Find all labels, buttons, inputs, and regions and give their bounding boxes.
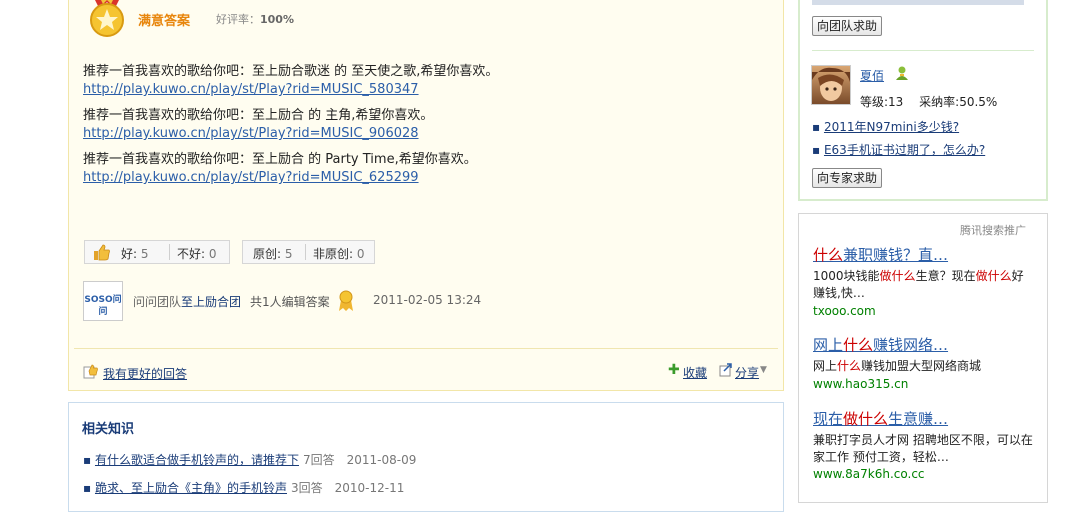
thumbs-up-icon[interactable] (93, 244, 111, 261)
approval-rate: 好评率：100% (216, 11, 294, 27)
help-expert-button[interactable]: 向专家求助 (812, 168, 883, 188)
rating-vote-box: 好: 5 不好: 0 (84, 240, 230, 264)
ad-title-highlight: 什么 (843, 336, 874, 354)
ad-description: 1000块钱能做什么生意？现在做什么好赚钱,快… (813, 268, 1035, 302)
answer-music-link[interactable]: http://play.kuwo.cn/play/st/Play?rid=MUS… (83, 82, 419, 97)
ad-desc-highlight: 什么 (837, 359, 862, 373)
bad-label: 不好: (177, 247, 206, 261)
non-original-label: 非原创: (313, 247, 354, 261)
team-name-link[interactable]: 至上励合团 (181, 293, 241, 310)
good-vote[interactable]: 好: 5 (121, 245, 149, 262)
answer-team-prefix: 问问团队 (133, 295, 182, 309)
editors-link[interactable]: 共1人编辑答案 (250, 293, 330, 310)
ad-desc-highlight: 做什么 (879, 269, 916, 283)
ad-title-text: 生意赚… (888, 410, 949, 428)
question-date: 2011-08-09 (346, 453, 417, 467)
list-item: ▪ 2011年N97mini多少钱? (812, 118, 959, 135)
answer-timestamp: 2011-02-05 13:24 (373, 293, 482, 307)
favorite-link[interactable]: 收藏 (683, 364, 707, 381)
ad-url[interactable]: www.hao315.cn (813, 377, 908, 391)
answer-music-link[interactable]: http://play.kuwo.cn/play/st/Play?rid=MUS… (83, 170, 419, 185)
bullet-icon: ▪ (83, 453, 92, 467)
better-answer-icon (83, 364, 98, 379)
original-count: 5 (284, 247, 293, 261)
share-link[interactable]: 分享 (735, 364, 759, 381)
bad-vote[interactable]: 不好: 0 (177, 245, 217, 262)
logo-text: SOSO问问 (84, 295, 122, 317)
good-label: 好: (121, 247, 138, 261)
non-original-vote[interactable]: 非原创: 0 (313, 245, 365, 262)
medal-icon (90, 0, 124, 37)
divider (305, 244, 306, 260)
list-item: ▪ 有什么歌适合做手机铃声的，请推荐下 7回答 2011-08-09 (83, 451, 416, 468)
ad-title-text: 兼职赚钱？直… (843, 246, 949, 264)
answer-count: 7回答 (302, 453, 335, 467)
help-team-button[interactable]: 向团队求助 (812, 16, 883, 36)
best-answer-label: 满意答案 (138, 14, 191, 29)
non-original-count: 0 (356, 247, 365, 261)
ad-title-text: 现在 (813, 410, 844, 428)
ad-desc-text: 生意？现在 (915, 269, 976, 283)
ad-desc-text: 1000块钱能 (813, 269, 880, 283)
answer-text-line: 推荐一首我喜欢的歌给你吧：至上励合歌迷 的 至天使之歌,希望你喜欢。 (83, 64, 499, 79)
bad-count: 0 (208, 247, 217, 261)
expert-question-link[interactable]: E63手机证书过期了，怎么办? (824, 143, 985, 157)
soso-team-logo[interactable]: SOSO问问 (83, 281, 123, 321)
divider (169, 244, 170, 260)
ad-description: 兼职打字员人才网 招聘地区不限，可以在家工作 预付工资，轻松… (813, 432, 1035, 466)
ad-title-link[interactable]: 网上什么赚钱网络… (813, 334, 948, 355)
better-answer-link[interactable]: 我有更好的回答 (103, 365, 187, 382)
list-item: ▪ 跪求、至上励合《主角》的手机铃声 3回答 2010-12-11 (83, 479, 404, 496)
ad-desc-text: 赚钱加盟大型网络商城 (861, 359, 982, 373)
originality-vote-box: 原创: 5 非原创: 0 (242, 240, 375, 264)
ad-desc-text: 网上 (813, 359, 838, 373)
expert-level: 等级:13 (860, 95, 904, 109)
question-date: 2010-12-11 (334, 481, 405, 495)
ad-title-text: 网上 (813, 336, 844, 354)
answer-text-line: 推荐一首我喜欢的歌给你吧：至上励合 的 Party Time,希望你喜欢。 (83, 152, 477, 167)
divider (812, 50, 1034, 51)
original-vote[interactable]: 原创: 5 (253, 245, 293, 262)
good-count: 5 (140, 247, 149, 261)
expert-avatar-icon (812, 67, 850, 101)
ad-title-link[interactable]: 现在做什么生意赚… (813, 408, 948, 429)
ad-description: 网上什么赚钱加盟大型网络商城 (813, 358, 1035, 375)
approval-rate-value: 100% (260, 13, 294, 26)
list-item: ▪ E63手机证书过期了，怎么办? (812, 141, 985, 158)
ad-url[interactable]: www.8a7k6h.co.cc (813, 467, 925, 481)
avatar[interactable] (811, 65, 851, 105)
expert-stats: 等级:13 采纳率:50.5% (860, 93, 997, 110)
ad-label: 腾讯搜索推广 (960, 224, 1026, 237)
expert-question-link[interactable]: 2011年N97mini多少钱? (824, 120, 959, 134)
answer-text-line: 推荐一首我喜欢的歌给你吧：至上励合 的 主角,希望你喜欢。 (83, 108, 434, 123)
ad-url[interactable]: txooo.com (813, 304, 876, 318)
answer-count: 3回答 (290, 481, 323, 495)
divider (74, 348, 778, 349)
related-question-link[interactable]: 跪求、至上励合《主角》的手机铃声 (95, 481, 287, 495)
approval-rate-label: 好评率： (216, 13, 260, 26)
expert-name-link[interactable]: 夏佰 (860, 67, 884, 84)
related-question-link[interactable]: 有什么歌适合做手机铃声的，请推荐下 (95, 453, 299, 467)
share-icon (719, 363, 732, 377)
truncated-link (812, 0, 1024, 5)
expert-adopt-rate: 采纳率:50.5% (919, 95, 998, 109)
award-ribbon-icon (339, 290, 353, 311)
chevron-down-icon[interactable]: ▼ (760, 365, 767, 375)
ad-desc-highlight: 做什么 (975, 269, 1012, 283)
bullet-icon: ▪ (812, 120, 821, 134)
related-knowledge-title: 相关知识 (82, 422, 135, 437)
answer-music-link[interactable]: http://play.kuwo.cn/play/st/Play?rid=MUS… (83, 126, 419, 141)
plus-icon: ✚ (668, 362, 680, 378)
ad-title-highlight: 什么 (813, 246, 844, 264)
ad-title-highlight: 做什么 (843, 410, 889, 428)
ad-desc-text: 兼职打字员人才网 招聘地区不限，可以在家工作 预付工资，轻松… (813, 433, 1033, 464)
expert-badge-icon (896, 66, 908, 80)
original-label: 原创: (253, 247, 282, 261)
bullet-icon: ▪ (812, 143, 821, 157)
bullet-icon: ▪ (83, 481, 92, 495)
ad-title-text: 赚钱网络… (873, 336, 949, 354)
ad-title-link[interactable]: 什么兼职赚钱？直… (813, 244, 948, 265)
answer-panel (68, 0, 784, 391)
